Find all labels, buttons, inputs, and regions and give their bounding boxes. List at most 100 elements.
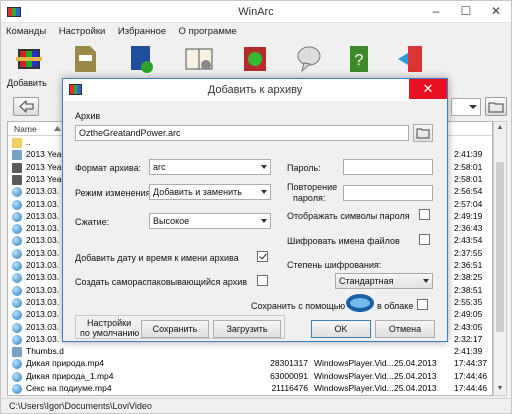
extract-tool-button[interactable] [63,43,107,77]
svg-text:?: ? [355,52,364,69]
arc-file-icon [75,46,96,72]
globe-file-icon [12,187,22,198]
file-name: 2013.03. [26,210,60,221]
file-row[interactable]: Дикая природа.mp4 28301317 WindowsPlayer.V… [8,358,492,370]
password-label: Пароль: [287,163,321,173]
file-time: 2:58:01 [454,173,483,184]
file-name: 2013.03. [26,260,60,270]
globe-file-icon [12,211,22,222]
format-label: Формат архива: [75,163,142,173]
exit-door-icon [398,46,422,72]
globe-file-icon [12,297,22,308]
maximize-button[interactable]: ☐ [451,1,481,22]
globe-file-icon [12,199,22,210]
file-list-scrollbar[interactable]: ▲ ▼ [493,121,507,396]
scroll-down-icon[interactable]: ▼ [494,383,506,395]
save-to-cloud-checkbox[interactable] [417,299,428,310]
chevron-down-icon [261,219,267,223]
browse-folder-button[interactable] [485,97,507,116]
archive-path-input[interactable]: OztheGreatandPower.arc [75,125,409,141]
show-password-checkbox[interactable] [419,209,430,220]
globe-file-icon [12,285,22,296]
column-name-header[interactable]: Name [14,124,37,134]
password-input[interactable] [343,159,433,175]
repeat-password-label-2: пароля: [293,193,326,203]
encryption-level-label: Степень шифрования: [287,260,382,270]
sfx-checkbox[interactable] [257,275,268,286]
file-time: 2:36:43 [454,223,483,234]
menu-commands[interactable]: Команды [1,24,51,39]
title-bar: WinArc – ☐ ✕ [1,1,511,23]
file-name: 2013 Yea [26,173,62,184]
file-row[interactable]: Секс на подиуме.mp4 21116476 WindowsPlayer… [8,383,492,395]
save-with-label: Сохранить с помощью [251,301,346,311]
add-date-checkbox[interactable] [257,251,268,262]
file-row[interactable]: Трейлеры20140505124110.arc 131276406 WinAr… [8,395,493,396]
scroll-up-icon[interactable]: ▲ [494,122,506,134]
help-tool-button[interactable]: ? [337,43,381,77]
file-date: 05.05.2014 [394,395,437,396]
delete-tool-button[interactable] [233,43,277,77]
format-value: arc [153,162,166,172]
load-settings-button[interactable]: Загрузить [213,320,281,338]
compression-value: Высокое [153,216,190,226]
encrypt-names-checkbox[interactable] [419,234,430,245]
test-tool-button[interactable] [119,43,163,77]
repeat-password-input[interactable] [343,185,433,201]
file-time: 2:41:39 [454,149,483,160]
file-time: 2:55:35 [454,296,483,307]
menu-about[interactable]: О программе [174,24,242,39]
add-to-archive-dialog: Добавить к архиву ✕ Архив OztheGreatandP… [62,78,448,342]
mode-value: Добавить и заменить [153,187,242,197]
compression-select[interactable]: Высокое [149,213,271,229]
encryption-level-select[interactable]: Стандартная [335,273,433,289]
info-tool-button[interactable] [287,43,331,77]
file-size: 21116476 [271,383,308,393]
dialog-close-button[interactable]: ✕ [409,79,447,99]
globe-file-icon [12,359,22,370]
ok-button[interactable]: OK [311,320,371,338]
file-time: 2:43:05 [454,321,483,332]
repeat-password-label-1: Повторение [287,182,338,192]
sort-up-icon [54,126,61,131]
file-date: 25.04.2013 [394,383,437,393]
folder-icon [416,128,430,139]
sfx-label: Создать самораспаковывающийся архив [75,277,248,287]
save-settings-button[interactable]: Сохранить [141,320,209,338]
back-arrow-icon [19,99,34,114]
default-settings-label-2: по умолчанию [80,328,140,338]
file-row[interactable]: Дикая природа_1.mp4 63000091 WindowsPlayer… [8,370,492,383]
address-dropdown[interactable] [451,98,481,116]
add-tool-button[interactable]: Добавить [7,43,51,88]
file-size: 131276406 [244,395,308,396]
file-time: 2:43:54 [454,235,483,246]
file-name: Дикая природа.mp4 [26,358,105,369]
menu-settings[interactable]: Настройки [54,24,111,39]
exit-tool-button[interactable] [389,43,433,77]
globe-file-icon [12,310,22,321]
file-name: 2013.03. [26,309,60,320]
status-bar: C:\Users\Igor\Documents\LoviVideo [1,398,511,413]
file-time: 2:49:05 [454,309,483,320]
file-time: 17:44:46 [454,370,488,381]
close-window-button[interactable]: ✕ [481,1,511,22]
minimize-button[interactable]: – [421,1,451,22]
mode-select[interactable]: Добавить и заменить [149,184,271,200]
folder-file-icon [12,138,22,148]
globe-file-icon [12,371,22,382]
browse-archive-button[interactable] [413,124,433,142]
file-row[interactable]: Thumbs.d 2:41:39 [8,346,492,358]
format-select[interactable]: arc [149,159,271,175]
file-time: 2:38:25 [454,272,483,283]
globe-file-icon [12,384,22,394]
file-date: 25.04.2013 [394,358,437,369]
scroll-thumb[interactable] [496,162,504,332]
file-time: 2:57:04 [454,198,483,209]
file-name: 2013 Yea [26,149,62,160]
view-tool-button[interactable] [177,43,221,77]
open-book-icon [185,48,213,70]
cancel-button[interactable]: Отмена [375,320,435,338]
show-password-label: Отображать символы пароля [287,211,410,221]
back-button[interactable] [13,97,39,116]
menu-favorites[interactable]: Избранное [113,24,171,39]
